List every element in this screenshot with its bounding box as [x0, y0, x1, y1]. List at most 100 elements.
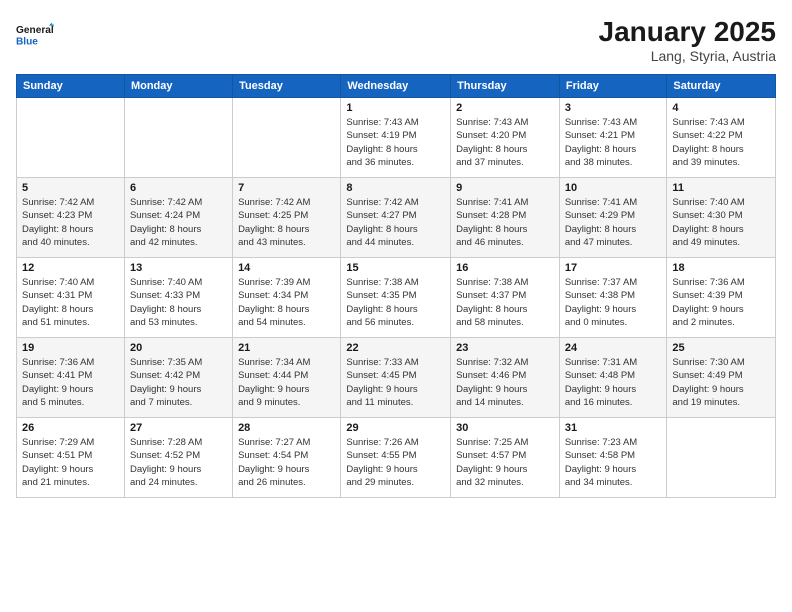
- day-number: 3: [565, 102, 662, 114]
- day-number: 2: [456, 102, 554, 114]
- day-info: Sunrise: 7:40 AM Sunset: 4:33 PM Dayligh…: [130, 276, 227, 329]
- calendar-cell: [667, 418, 776, 498]
- day-number: 7: [238, 182, 335, 194]
- calendar-cell: 19Sunrise: 7:36 AM Sunset: 4:41 PM Dayli…: [17, 338, 125, 418]
- day-number: 16: [456, 262, 554, 274]
- col-thursday: Thursday: [451, 75, 560, 98]
- day-number: 21: [238, 342, 335, 354]
- day-info: Sunrise: 7:38 AM Sunset: 4:37 PM Dayligh…: [456, 276, 554, 329]
- day-info: Sunrise: 7:23 AM Sunset: 4:58 PM Dayligh…: [565, 436, 662, 489]
- calendar-cell: 26Sunrise: 7:29 AM Sunset: 4:51 PM Dayli…: [17, 418, 125, 498]
- day-number: 4: [672, 102, 770, 114]
- col-wednesday: Wednesday: [341, 75, 451, 98]
- calendar-cell: 20Sunrise: 7:35 AM Sunset: 4:42 PM Dayli…: [124, 338, 232, 418]
- day-number: 13: [130, 262, 227, 274]
- day-number: 23: [456, 342, 554, 354]
- calendar-cell: 4 Sunrise: 7:43 AM Sunset: 4:22 PM Daylig…: [667, 98, 776, 178]
- title-block: January 2025 Lang, Styria, Austria: [599, 16, 776, 64]
- col-sunday: Sunday: [17, 75, 125, 98]
- calendar-cell: 30Sunrise: 7:25 AM Sunset: 4:57 PM Dayli…: [451, 418, 560, 498]
- calendar-cell: 3 Sunrise: 7:43 AM Sunset: 4:21 PM Daylig…: [559, 98, 667, 178]
- location: Lang, Styria, Austria: [599, 48, 776, 64]
- calendar-cell: 13 Sunrise: 7:40 AM Sunset: 4:33 PM Dayli…: [124, 258, 232, 338]
- header-row: Sunday Monday Tuesday Wednesday Thursday…: [17, 75, 776, 98]
- calendar-cell: 1 Sunrise: 7:43 AM Sunset: 4:19 PM Daylig…: [341, 98, 451, 178]
- col-tuesday: Tuesday: [233, 75, 341, 98]
- day-number: 28: [238, 422, 335, 434]
- calendar-cell: 31 Sunrise: 7:23 AM Sunset: 4:58 PM Dayli…: [559, 418, 667, 498]
- day-info: Sunrise: 7:42 AM Sunset: 4:24 PM Dayligh…: [130, 196, 227, 249]
- day-number: 20: [130, 342, 227, 354]
- day-number: 6: [130, 182, 227, 194]
- day-number: 25: [672, 342, 770, 354]
- day-number: 29: [346, 422, 445, 434]
- calendar-cell: 28Sunrise: 7:27 AM Sunset: 4:54 PM Dayli…: [233, 418, 341, 498]
- calendar-cell: 18 Sunrise: 7:36 AM Sunset: 4:39 PM Dayli…: [667, 258, 776, 338]
- day-number: 18: [672, 262, 770, 274]
- day-info: Sunrise: 7:41 AM Sunset: 4:29 PM Dayligh…: [565, 196, 662, 249]
- day-info: Sunrise: 7:34 AM Sunset: 4:44 PM Dayligh…: [238, 356, 335, 409]
- day-number: 10: [565, 182, 662, 194]
- col-saturday: Saturday: [667, 75, 776, 98]
- calendar-cell: 23 Sunrise: 7:32 AM Sunset: 4:46 PM Dayli…: [451, 338, 560, 418]
- day-number: 12: [22, 262, 119, 274]
- day-info: Sunrise: 7:30 AM Sunset: 4:49 PM Dayligh…: [672, 356, 770, 409]
- calendar-cell: 16 Sunrise: 7:38 AM Sunset: 4:37 PM Dayli…: [451, 258, 560, 338]
- day-info: Sunrise: 7:43 AM Sunset: 4:22 PM Dayligh…: [672, 116, 770, 169]
- calendar-week-1: 1 Sunrise: 7:43 AM Sunset: 4:19 PM Daylig…: [17, 98, 776, 178]
- day-number: 22: [346, 342, 445, 354]
- day-number: 19: [22, 342, 119, 354]
- day-info: Sunrise: 7:42 AM Sunset: 4:25 PM Dayligh…: [238, 196, 335, 249]
- logo: General Blue: [16, 16, 54, 54]
- svg-text:Blue: Blue: [16, 37, 38, 48]
- day-info: Sunrise: 7:40 AM Sunset: 4:31 PM Dayligh…: [22, 276, 119, 329]
- day-info: Sunrise: 7:31 AM Sunset: 4:48 PM Dayligh…: [565, 356, 662, 409]
- day-info: Sunrise: 7:33 AM Sunset: 4:45 PM Dayligh…: [346, 356, 445, 409]
- calendar-cell: 21 Sunrise: 7:34 AM Sunset: 4:44 PM Dayli…: [233, 338, 341, 418]
- day-info: Sunrise: 7:32 AM Sunset: 4:46 PM Dayligh…: [456, 356, 554, 409]
- calendar-cell: 7 Sunrise: 7:42 AM Sunset: 4:25 PM Daylig…: [233, 178, 341, 258]
- calendar-cell: 8 Sunrise: 7:42 AM Sunset: 4:27 PM Daylig…: [341, 178, 451, 258]
- day-info: Sunrise: 7:37 AM Sunset: 4:38 PM Dayligh…: [565, 276, 662, 329]
- calendar-cell: 25 Sunrise: 7:30 AM Sunset: 4:49 PM Dayli…: [667, 338, 776, 418]
- day-info: Sunrise: 7:36 AM Sunset: 4:39 PM Dayligh…: [672, 276, 770, 329]
- calendar-week-2: 5 Sunrise: 7:42 AM Sunset: 4:23 PM Daylig…: [17, 178, 776, 258]
- calendar-cell: [17, 98, 125, 178]
- logo-svg: General Blue: [16, 16, 54, 54]
- day-number: 31: [565, 422, 662, 434]
- day-number: 8: [346, 182, 445, 194]
- day-number: 1: [346, 102, 445, 114]
- calendar-cell: 12 Sunrise: 7:40 AM Sunset: 4:31 PM Dayli…: [17, 258, 125, 338]
- day-info: Sunrise: 7:42 AM Sunset: 4:27 PM Dayligh…: [346, 196, 445, 249]
- calendar-cell: 2 Sunrise: 7:43 AM Sunset: 4:20 PM Daylig…: [451, 98, 560, 178]
- calendar-cell: 11Sunrise: 7:40 AM Sunset: 4:30 PM Dayli…: [667, 178, 776, 258]
- col-monday: Monday: [124, 75, 232, 98]
- calendar-week-5: 26Sunrise: 7:29 AM Sunset: 4:51 PM Dayli…: [17, 418, 776, 498]
- calendar-week-4: 19Sunrise: 7:36 AM Sunset: 4:41 PM Dayli…: [17, 338, 776, 418]
- calendar-cell: 27Sunrise: 7:28 AM Sunset: 4:52 PM Dayli…: [124, 418, 232, 498]
- header: General Blue January 2025 Lang, Styria, …: [16, 16, 776, 64]
- day-info: Sunrise: 7:38 AM Sunset: 4:35 PM Dayligh…: [346, 276, 445, 329]
- day-info: Sunrise: 7:42 AM Sunset: 4:23 PM Dayligh…: [22, 196, 119, 249]
- calendar-cell: [233, 98, 341, 178]
- calendar-cell: 6 Sunrise: 7:42 AM Sunset: 4:24 PM Daylig…: [124, 178, 232, 258]
- calendar-cell: 22 Sunrise: 7:33 AM Sunset: 4:45 PM Dayli…: [341, 338, 451, 418]
- day-info: Sunrise: 7:43 AM Sunset: 4:20 PM Dayligh…: [456, 116, 554, 169]
- day-number: 5: [22, 182, 119, 194]
- month-title: January 2025: [599, 16, 776, 48]
- calendar-cell: 15Sunrise: 7:38 AM Sunset: 4:35 PM Dayli…: [341, 258, 451, 338]
- calendar-cell: 5 Sunrise: 7:42 AM Sunset: 4:23 PM Daylig…: [17, 178, 125, 258]
- day-info: Sunrise: 7:43 AM Sunset: 4:21 PM Dayligh…: [565, 116, 662, 169]
- calendar-cell: 14Sunrise: 7:39 AM Sunset: 4:34 PM Dayli…: [233, 258, 341, 338]
- day-info: Sunrise: 7:28 AM Sunset: 4:52 PM Dayligh…: [130, 436, 227, 489]
- day-info: Sunrise: 7:43 AM Sunset: 4:19 PM Dayligh…: [346, 116, 445, 169]
- calendar-cell: 10 Sunrise: 7:41 AM Sunset: 4:29 PM Dayli…: [559, 178, 667, 258]
- day-info: Sunrise: 7:25 AM Sunset: 4:57 PM Dayligh…: [456, 436, 554, 489]
- day-info: Sunrise: 7:40 AM Sunset: 4:30 PM Dayligh…: [672, 196, 770, 249]
- calendar-week-3: 12 Sunrise: 7:40 AM Sunset: 4:31 PM Dayli…: [17, 258, 776, 338]
- day-info: Sunrise: 7:41 AM Sunset: 4:28 PM Dayligh…: [456, 196, 554, 249]
- day-number: 17: [565, 262, 662, 274]
- calendar-cell: 17 Sunrise: 7:37 AM Sunset: 4:38 PM Dayli…: [559, 258, 667, 338]
- page: General Blue January 2025 Lang, Styria, …: [0, 0, 792, 612]
- calendar-cell: 29Sunrise: 7:26 AM Sunset: 4:55 PM Dayli…: [341, 418, 451, 498]
